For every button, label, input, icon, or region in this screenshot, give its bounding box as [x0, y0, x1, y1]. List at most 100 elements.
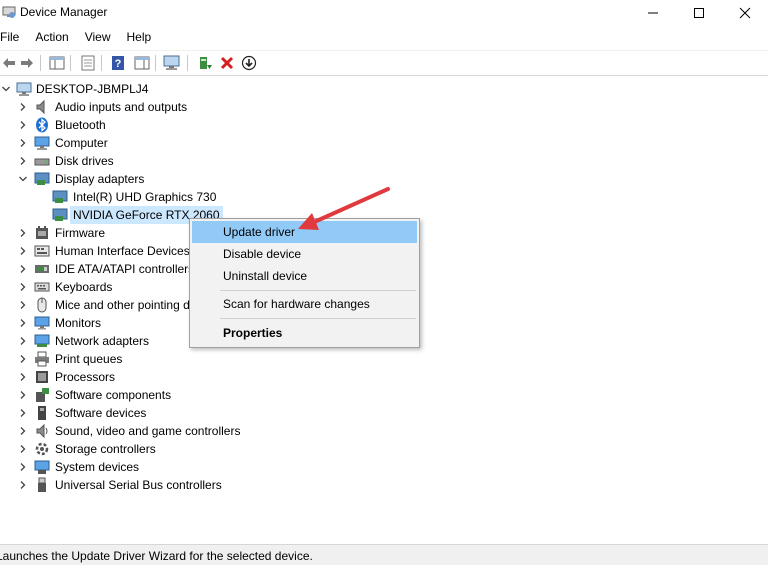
properties-button[interactable] [79, 54, 97, 72]
printer-icon [35, 351, 49, 367]
chevron-right-icon[interactable] [18, 336, 28, 346]
minimize-button[interactable] [630, 0, 676, 26]
hid-icon [34, 245, 50, 257]
minimize-icon [648, 12, 658, 14]
chevron-down-icon[interactable] [18, 174, 28, 184]
tree-item[interactable]: Display adapters [0, 170, 300, 188]
menu-view[interactable]: View [83, 28, 119, 48]
chevron-right-icon[interactable] [18, 282, 28, 292]
console-tree-button[interactable] [48, 54, 66, 72]
tree-root-label: DESKTOP-JBMPLJ4 [36, 82, 149, 96]
chevron-right-icon[interactable] [18, 318, 28, 328]
tree-item-label: Bluetooth [55, 118, 106, 132]
menu-disable-device[interactable]: Disable device [192, 243, 417, 265]
tree-item[interactable]: Audio inputs and outputs [0, 98, 300, 116]
chevron-down-icon[interactable] [1, 84, 11, 94]
chevron-right-icon[interactable] [18, 228, 28, 238]
help-book-icon: ? [112, 56, 124, 70]
tree-item[interactable]: Processors [0, 368, 300, 386]
chevron-right-icon[interactable] [18, 138, 28, 148]
tree-item-label: Software components [55, 388, 172, 402]
tree-item-label: System devices [55, 460, 140, 474]
tree-item-label: Display adapters [55, 172, 145, 186]
menu-update-driver-label: Update driver [223, 225, 296, 239]
disk-drive-icon [34, 158, 50, 166]
action-pane-icon [134, 56, 150, 70]
keyboard-icon [34, 282, 50, 292]
tree-item-label: Software devices [55, 406, 147, 420]
chevron-right-icon[interactable] [18, 372, 28, 382]
toolbar-separator [101, 55, 102, 71]
menu-file[interactable]: File [0, 28, 27, 48]
chevron-right-icon[interactable] [18, 426, 28, 436]
tree-item[interactable]: Bluetooth [0, 116, 300, 134]
tree-item[interactable]: Disk drives [0, 152, 300, 170]
toolbar-separator [40, 55, 41, 71]
action-pane-button[interactable] [133, 54, 151, 72]
monitor-icon [34, 316, 50, 330]
tree-item[interactable]: Print queues [0, 350, 300, 368]
menu-disable-device-label: Disable device [223, 247, 302, 261]
tree-item[interactable]: Storage controllers [0, 440, 300, 458]
chevron-right-icon[interactable] [18, 354, 28, 364]
tree-item[interactable]: Computer [0, 134, 300, 152]
chevron-right-icon[interactable] [18, 408, 28, 418]
tree-item[interactable]: System devices [0, 458, 300, 476]
scan-hardware-button[interactable] [163, 54, 181, 72]
svg-text:?: ? [115, 58, 122, 70]
tree-item[interactable]: Universal Serial Bus controllers [0, 476, 300, 494]
tree-root[interactable]: DESKTOP-JBMPLJ4 [0, 80, 300, 98]
tree-item-label: Processors [55, 370, 116, 384]
status-bar: Launches the Update Driver Wizard for th… [0, 544, 768, 565]
uninstall-device-button[interactable] [218, 54, 236, 72]
chevron-right-icon[interactable] [18, 480, 28, 490]
close-button[interactable] [722, 0, 768, 26]
software-component-icon [36, 388, 49, 402]
storage-controller-icon [35, 442, 49, 456]
chevron-right-icon[interactable] [18, 156, 28, 166]
chevron-right-icon[interactable] [18, 444, 28, 454]
update-driver-icon [200, 57, 212, 69]
console-tree-icon [49, 56, 65, 70]
toolbar-separator [155, 55, 156, 71]
chevron-right-icon[interactable] [18, 462, 28, 472]
computer-icon [34, 136, 50, 150]
menu-uninstall-device[interactable]: Uninstall device [192, 265, 417, 287]
tree-item-label: Universal Serial Bus controllers [55, 478, 222, 492]
enable-device-button[interactable] [240, 54, 258, 72]
tree-item[interactable]: Sound, video and game controllers [0, 422, 300, 440]
device-manager-icon [2, 6, 16, 18]
system-device-icon [34, 460, 50, 474]
back-button[interactable] [0, 54, 18, 72]
menu-separator [220, 290, 416, 291]
tree-item-label: Keyboards [55, 280, 113, 294]
maximize-button[interactable] [676, 0, 722, 26]
forward-button[interactable] [18, 54, 36, 72]
update-driver-button[interactable] [196, 54, 214, 72]
toolbar-separator [70, 55, 71, 71]
tree-item[interactable]: Software components [0, 386, 300, 404]
chevron-right-icon[interactable] [18, 102, 28, 112]
display-adapter-icon [52, 190, 68, 203]
mouse-icon [37, 297, 47, 313]
chevron-right-icon[interactable] [18, 300, 28, 310]
tree-item-label: Human Interface Devices [55, 244, 190, 258]
menu-help[interactable]: Help [125, 28, 160, 48]
chevron-right-icon[interactable] [18, 120, 28, 130]
chevron-right-icon[interactable] [18, 246, 28, 256]
menu-properties[interactable]: Properties [192, 322, 417, 344]
chevron-right-icon[interactable] [18, 264, 28, 274]
firmware-icon [36, 226, 48, 239]
toolbar: ? [0, 50, 768, 76]
tree-child-item[interactable]: Intel(R) UHD Graphics 730 [0, 188, 300, 206]
tree-item-label: Monitors [55, 316, 102, 330]
chevron-right-icon[interactable] [18, 390, 28, 400]
menu-scan-hardware[interactable]: Scan for hardware changes [192, 293, 417, 315]
menu-scan-hardware-label: Scan for hardware changes [223, 297, 370, 311]
download-circle-icon [241, 55, 257, 71]
help-button[interactable]: ? [109, 54, 127, 72]
menu-action[interactable]: Action [33, 28, 76, 48]
tree-item[interactable]: Software devices [0, 404, 300, 422]
toolbar-separator [187, 55, 188, 71]
tree-item-label: Computer [55, 136, 108, 150]
